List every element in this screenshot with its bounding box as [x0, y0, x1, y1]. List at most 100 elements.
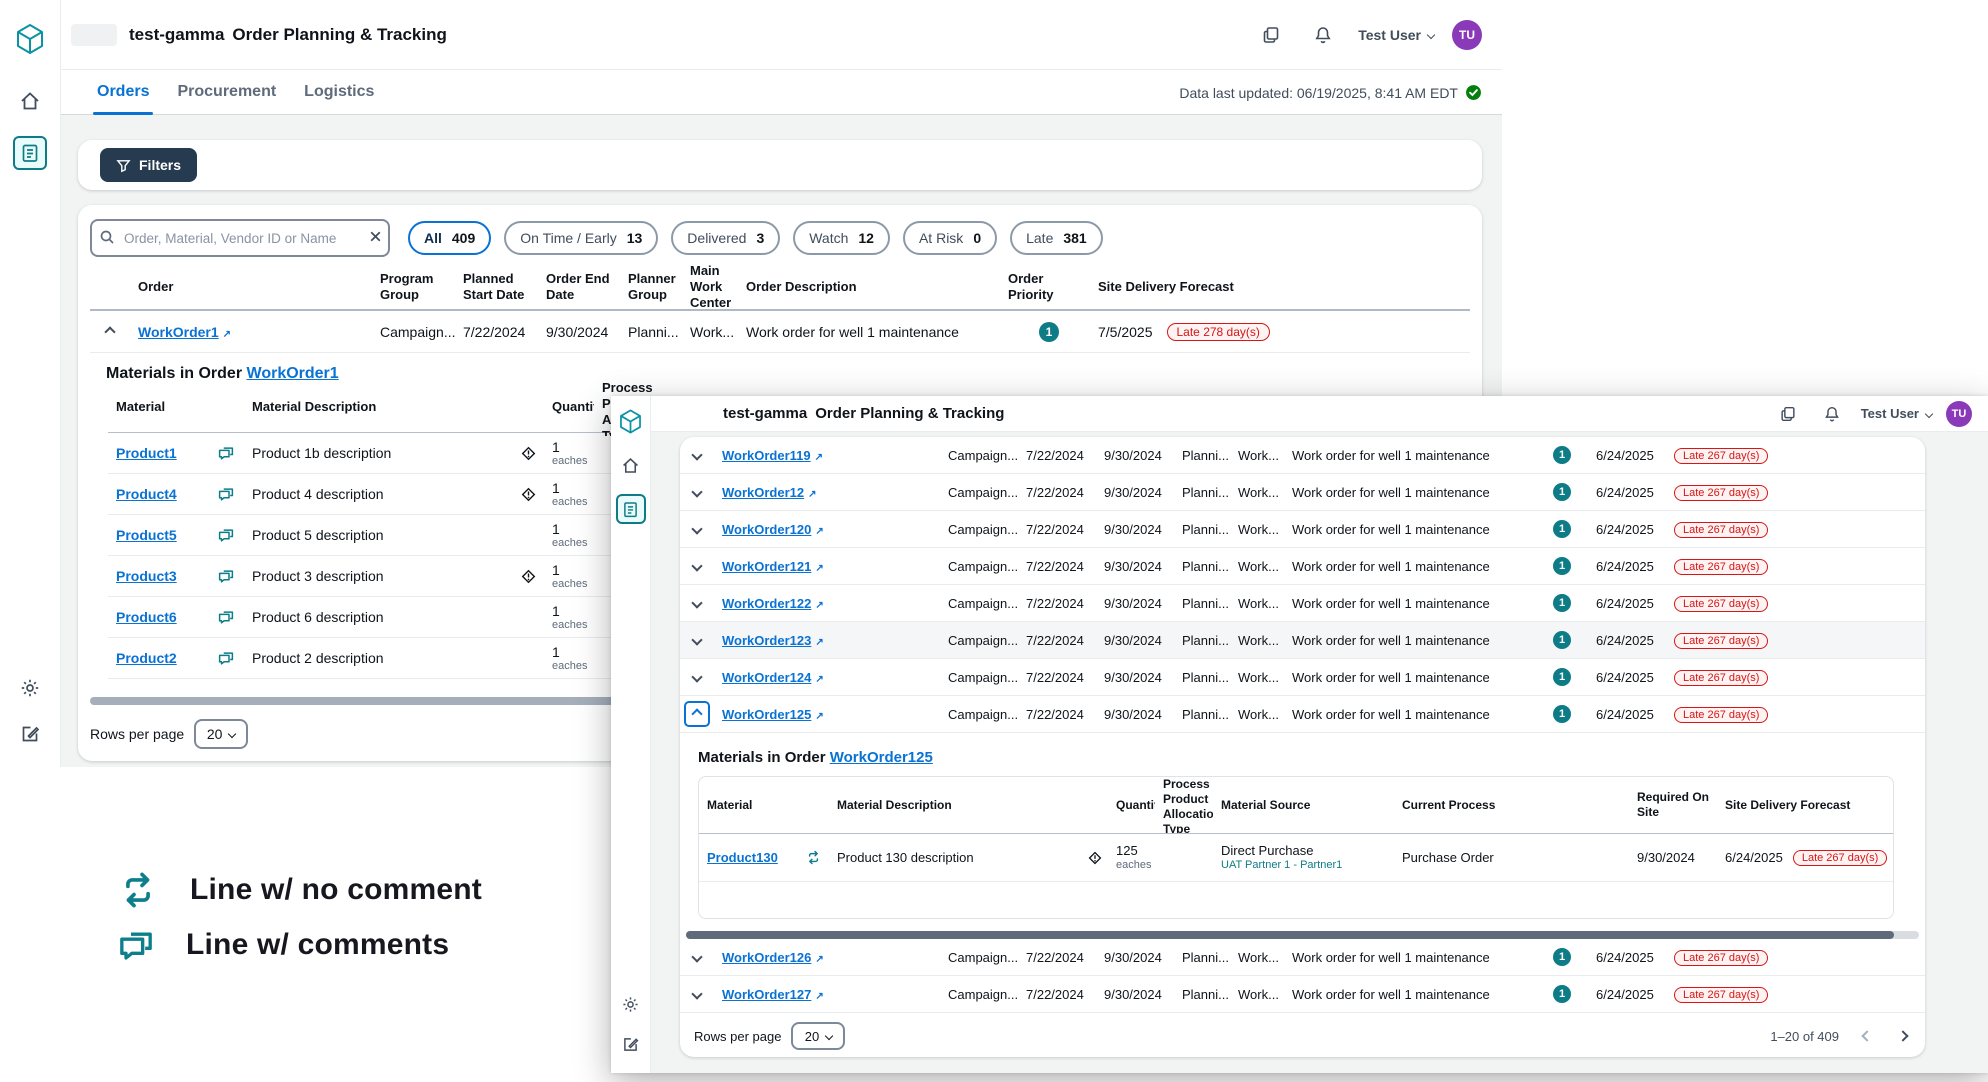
notifications-bell-icon[interactable]: [1306, 18, 1340, 52]
order-link[interactable]: WorkOrder126↗: [722, 950, 824, 965]
next-page-button[interactable]: [1895, 1028, 1911, 1044]
material-link[interactable]: Product3: [116, 568, 177, 584]
expand-chevron[interactable]: [680, 599, 714, 607]
scrollbar-thumb[interactable]: [686, 931, 1894, 939]
sidebar-settings-button[interactable]: [616, 989, 646, 1019]
description-cell: Work order for well 1 maintenance: [1284, 987, 1528, 1002]
comments-icon[interactable]: [217, 526, 235, 544]
program-group-cell: Campaign...: [940, 448, 1018, 463]
order-link[interactable]: WorkOrder123↗: [722, 633, 824, 648]
previous-page-button[interactable]: [1859, 1028, 1875, 1044]
collapse-chevron[interactable]: [90, 328, 130, 336]
material-source: Direct Purchase: [1221, 844, 1394, 859]
app-sidebar: [0, 0, 61, 767]
comments-icon[interactable]: [217, 444, 235, 462]
order-link[interactable]: WorkOrder120↗: [722, 522, 824, 537]
program-group-cell: Campaign...: [940, 950, 1018, 965]
comments-icon[interactable]: [217, 567, 235, 585]
app-header: test-gamma Order Planning & Tracking Tes…: [651, 396, 1988, 432]
expand-chevron[interactable]: [680, 451, 714, 459]
avatar[interactable]: TU: [1946, 401, 1972, 427]
expand-chevron[interactable]: [680, 562, 714, 570]
order-link[interactable]: WorkOrder1↗: [138, 324, 231, 340]
priority-badge: 1: [1553, 557, 1571, 575]
tab[interactable]: Logistics: [290, 70, 388, 114]
sidebar-feedback-button[interactable]: [616, 1029, 646, 1059]
order-link[interactable]: WorkOrder127↗: [722, 987, 824, 1002]
material-link[interactable]: Product130: [707, 850, 778, 865]
chip-label: Watch: [809, 230, 848, 246]
clear-search-icon[interactable]: [368, 229, 383, 249]
comments-icon[interactable]: [217, 649, 235, 667]
filters-button[interactable]: Filters: [100, 148, 197, 182]
expand-chevron[interactable]: [680, 525, 714, 533]
tab[interactable]: Orders: [83, 70, 163, 114]
work-center-cell: Work...: [1230, 522, 1284, 537]
material-link[interactable]: Product5: [116, 527, 177, 543]
user-menu[interactable]: Test User: [1861, 406, 1932, 421]
rows-per-page-label: Rows per page: [694, 1029, 781, 1044]
material-link[interactable]: Product1: [116, 445, 177, 461]
comments-icon[interactable]: [217, 485, 235, 503]
avatar[interactable]: TU: [1452, 20, 1482, 50]
order-link[interactable]: WorkOrder119↗: [722, 448, 823, 463]
material-link[interactable]: Product6: [116, 609, 177, 625]
sidebar-feedback-button[interactable]: [13, 717, 47, 751]
expand-chevron[interactable]: [680, 488, 714, 496]
app-logo[interactable]: [13, 22, 47, 56]
search-input[interactable]: [90, 219, 390, 257]
material-link[interactable]: Product2: [116, 650, 177, 666]
filter-chip[interactable]: Watch 12: [793, 221, 890, 255]
chevron-down-icon: [228, 730, 236, 738]
sidebar-orders-button[interactable]: [13, 136, 47, 170]
expand-chevron[interactable]: [680, 636, 714, 644]
sidebar-home-button[interactable]: [616, 450, 646, 480]
order-link[interactable]: WorkOrder12↗: [722, 485, 817, 500]
app-title: test-gamma Order Planning & Tracking: [129, 25, 447, 45]
rows-per-page-select[interactable]: 20: [194, 719, 248, 749]
app-logo[interactable]: [616, 406, 646, 436]
copy-icon[interactable]: [1254, 18, 1288, 52]
user-menu[interactable]: Test User: [1358, 27, 1434, 43]
filter-chip[interactable]: On Time / Early 13: [504, 221, 658, 255]
app-name: Order Planning & Tracking: [815, 405, 1004, 422]
order-link[interactable]: WorkOrder121↗: [722, 559, 824, 574]
late-status-badge: Late 267 day(s): [1674, 522, 1768, 538]
expand-chevron[interactable]: [680, 673, 714, 681]
horizontal-scrollbar[interactable]: [686, 931, 1919, 939]
filter-chip[interactable]: Delivered 3: [671, 221, 780, 255]
expand-chevron[interactable]: [680, 953, 714, 961]
focused-chevron-box: [684, 701, 710, 727]
materials-order-link[interactable]: WorkOrder1: [247, 365, 339, 382]
column-header: Material Source: [1213, 798, 1394, 813]
collapse-chevron[interactable]: [680, 701, 714, 727]
tab[interactable]: Procurement: [163, 70, 290, 114]
filter-chip[interactable]: All 409: [408, 221, 491, 255]
notifications-bell-icon[interactable]: [1817, 399, 1847, 429]
material-link[interactable]: Product4: [116, 486, 177, 502]
forecast-date: 6/24/2025: [1588, 670, 1666, 685]
filter-chip[interactable]: Late 381: [1010, 221, 1103, 255]
rows-per-page-select[interactable]: 20: [791, 1022, 845, 1050]
expand-chevron[interactable]: [680, 990, 714, 998]
column-header: Order Description: [738, 279, 1000, 295]
planner-group-cell: Planni...: [620, 324, 682, 340]
program-group-cell: Campaign...: [940, 707, 1018, 722]
order-row: WorkOrder119↗ Campaign... 7/22/2024 9/30…: [680, 437, 1925, 474]
column-header: Site Delivery Forecast: [1090, 279, 1470, 295]
table-toolbar: All 409 On Time / Early 13 Delivered 3: [90, 219, 1470, 257]
order-link[interactable]: WorkOrder125↗: [722, 707, 824, 722]
comments-icon[interactable]: [217, 608, 235, 626]
no-comment-icon[interactable]: [805, 849, 822, 866]
order-link[interactable]: WorkOrder122↗: [722, 596, 824, 611]
sidebar-orders-button[interactable]: [616, 494, 646, 524]
sidebar-settings-button[interactable]: [13, 671, 47, 705]
order-end-cell: 9/30/2024: [1096, 633, 1174, 648]
material-description-cell: Product 3 description: [244, 568, 512, 584]
materials-order-link[interactable]: WorkOrder125: [830, 749, 933, 766]
program-group-cell: Campaign...: [940, 987, 1018, 1002]
copy-icon[interactable]: [1773, 399, 1803, 429]
filter-chip[interactable]: At Risk 0: [903, 221, 997, 255]
sidebar-home-button[interactable]: [13, 84, 47, 118]
order-link[interactable]: WorkOrder124↗: [722, 670, 824, 685]
